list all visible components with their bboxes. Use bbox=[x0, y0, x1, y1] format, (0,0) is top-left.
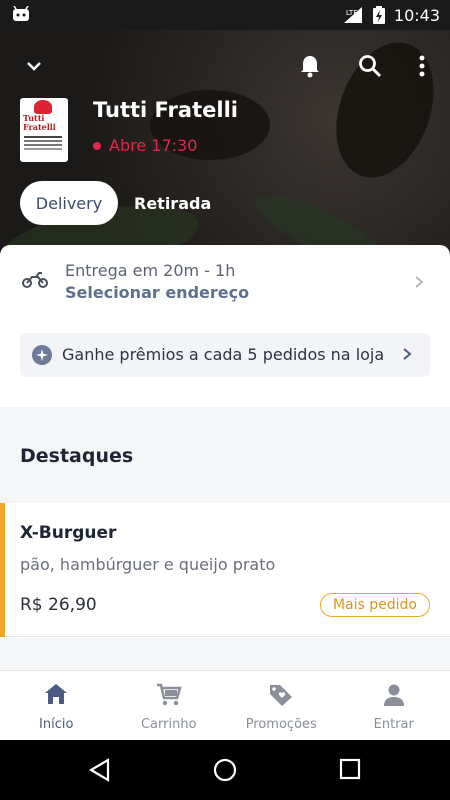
content-sheet: Entrega em 20m - 1h Selecionar endereço … bbox=[0, 245, 450, 670]
delivery-address-row[interactable]: Entrega em 20m - 1h Selecionar endereço bbox=[0, 245, 450, 325]
nav-item-entrar[interactable]: Entrar bbox=[338, 671, 450, 741]
store-logo: Tutti Fratelli bbox=[20, 98, 68, 162]
store-name: Tutti Fratelli bbox=[93, 98, 238, 122]
status-bar: LTE 10:43 bbox=[0, 0, 450, 30]
order-mode-tabs: Delivery Retirada bbox=[20, 181, 211, 225]
tab-delivery[interactable]: Delivery bbox=[20, 181, 118, 225]
cart-icon bbox=[156, 683, 182, 706]
more-vertical-icon[interactable] bbox=[406, 50, 438, 82]
section-title: Destaques bbox=[20, 445, 134, 467]
nav-item-promocoes[interactable]: Promoções bbox=[225, 671, 338, 741]
product-price: R$ 26,90 bbox=[20, 595, 97, 615]
recents-icon[interactable] bbox=[339, 758, 361, 780]
list-spacer bbox=[0, 638, 450, 670]
nav-label: Carrinho bbox=[140, 717, 197, 732]
chevron-down-icon[interactable] bbox=[18, 50, 50, 82]
product-description: pão, hambúrguer e queijo prato bbox=[20, 555, 276, 574]
store-status: Abre 17:30 bbox=[93, 136, 197, 155]
store-info: Tutti Fratelli Tutti Fratelli Abre 17:30 bbox=[20, 98, 430, 162]
home-circle-icon[interactable] bbox=[213, 758, 237, 782]
nav-label: Promoções bbox=[245, 717, 317, 732]
back-icon[interactable] bbox=[88, 758, 112, 782]
status-dot bbox=[93, 141, 101, 150]
sparkle-icon bbox=[32, 345, 52, 365]
user-icon bbox=[383, 684, 404, 706]
nav-item-carrinho[interactable]: Carrinho bbox=[113, 671, 226, 741]
bell-icon[interactable] bbox=[294, 50, 326, 82]
highlights-header: Destaques bbox=[0, 407, 450, 503]
android-notification-icon bbox=[13, 6, 29, 21]
rewards-text: Ganhe prêmios a cada 5 pedidos na loja bbox=[62, 345, 385, 364]
rewards-banner[interactable]: Ganhe prêmios a cada 5 pedidos na loja bbox=[20, 333, 430, 377]
nav-label: Entrar bbox=[373, 717, 414, 732]
system-navigation-bar bbox=[0, 740, 450, 800]
motorcycle-icon bbox=[22, 272, 48, 288]
product-name: X-Burguer bbox=[20, 523, 117, 543]
bottom-nav: Início Carrinho Promoções Entrar bbox=[0, 670, 450, 740]
clock: 10:43 bbox=[393, 5, 440, 25]
chevron-right-icon bbox=[403, 348, 412, 360]
svg-text:LTE: LTE bbox=[346, 9, 358, 17]
search-icon[interactable] bbox=[354, 50, 386, 82]
tag-heart-icon bbox=[270, 685, 293, 706]
most-ordered-badge: Mais pedido bbox=[319, 593, 430, 617]
product-card[interactable]: X-Burguer pão, hambúrguer e queijo prato… bbox=[0, 503, 450, 637]
chevron-right-icon bbox=[415, 276, 424, 288]
nav-label: Início bbox=[39, 717, 74, 732]
nav-item-inicio[interactable]: Início bbox=[0, 671, 113, 741]
highlight-accent-bar bbox=[0, 503, 5, 637]
home-icon bbox=[45, 684, 68, 704]
delivery-eta: Entrega em 20m - 1h bbox=[65, 261, 236, 280]
signal-icon: LTE bbox=[343, 7, 362, 23]
store-status-text: Abre 17:30 bbox=[109, 136, 198, 155]
select-address-link[interactable]: Selecionar endereço bbox=[65, 283, 249, 302]
tab-retirada[interactable]: Retirada bbox=[134, 194, 211, 213]
battery-charging-icon bbox=[372, 6, 385, 24]
top-actions bbox=[0, 50, 450, 82]
